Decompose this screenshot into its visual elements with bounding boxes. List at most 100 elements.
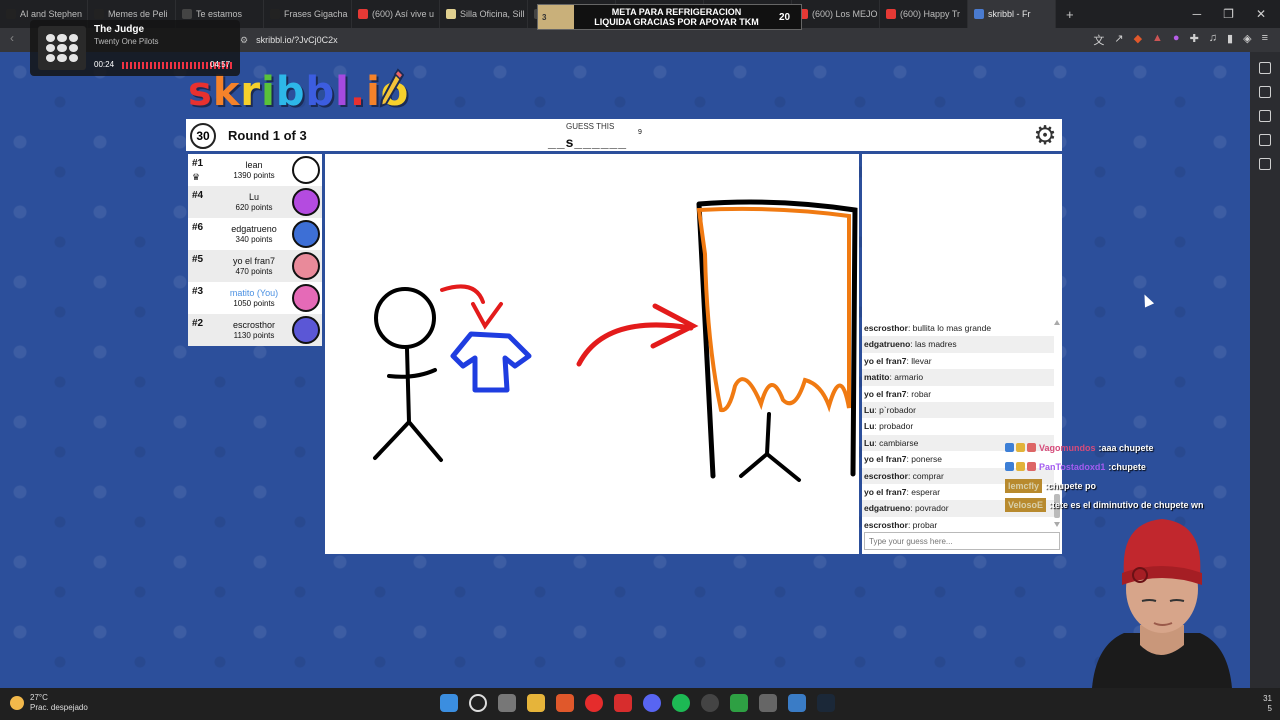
blue-shirt-drawing xyxy=(450,331,532,393)
player-row[interactable]: #5 yo el fran7 470 points xyxy=(188,250,322,282)
browser-tab[interactable]: (600) Los MEJO xyxy=(792,0,880,28)
banner-left-number: 3 xyxy=(538,5,574,29)
scroll-up-icon[interactable] xyxy=(1054,320,1060,325)
menu-icon[interactable]: ≡ xyxy=(1262,32,1268,48)
toolbar-icons: 文 ↗ ◆ ▲ ● ✚ ♫ ▮ ◈ ≡ xyxy=(1093,32,1268,48)
back-icon[interactable]: ‹ xyxy=(10,31,14,45)
stream-chat-username: PanTostadoxd1 xyxy=(1039,461,1106,472)
player-row[interactable]: #2 escrosthor 1130 points xyxy=(188,314,322,346)
badge-icon xyxy=(1016,462,1025,471)
banner-count: 20 xyxy=(779,11,791,23)
translate-icon[interactable]: 文 xyxy=(1093,32,1104,48)
chat-text: armario xyxy=(894,372,924,383)
weather-widget[interactable]: 27°C Prac. despejado xyxy=(10,693,88,713)
sidebar-icon[interactable]: ▮ xyxy=(1227,32,1233,48)
player-avatar xyxy=(292,316,320,344)
player-avatar xyxy=(292,284,320,312)
tab-label: Frases Gigacha xyxy=(284,9,348,19)
player-points: 340 points xyxy=(235,235,273,244)
sidebar-icon-2[interactable] xyxy=(1259,86,1271,98)
chat-message: yo el fran7: robar xyxy=(862,385,1054,402)
stream-chat-line: Vagomundos: aaa chupete xyxy=(1005,438,1245,457)
crown-icon: ♛ xyxy=(192,172,201,182)
site-settings-icon[interactable]: ⚙ xyxy=(240,35,248,46)
banner-text: META PARA REFRIGERACION LIQUIDA GRACIAS … xyxy=(574,7,779,27)
browser-tab[interactable]: Frases Gigacha xyxy=(264,0,352,28)
music-icon[interactable]: ♫ xyxy=(1209,32,1217,48)
maximize-button[interactable]: ❐ xyxy=(1223,7,1234,21)
browser-tab[interactable]: Silla Oficina, Sill xyxy=(440,0,528,28)
puzzle-icon[interactable]: ✚ xyxy=(1190,32,1199,48)
tab-favicon-icon xyxy=(182,9,192,19)
player-name: edgatrueno xyxy=(231,224,277,234)
tab-label: AI and Stephen xyxy=(20,9,83,19)
guess-input[interactable] xyxy=(864,532,1060,550)
chat-username: edgatrueno xyxy=(864,503,911,514)
sidebar-icon-5[interactable] xyxy=(1259,158,1271,170)
logo-letter: b xyxy=(275,69,306,115)
badge-icon xyxy=(1005,462,1014,471)
browser-tab[interactable]: (600) Así vive u xyxy=(352,0,440,28)
task-view-icon[interactable] xyxy=(498,694,516,712)
chat-username: matito xyxy=(864,372,890,383)
drawing-canvas[interactable] xyxy=(325,154,859,554)
system-clock[interactable]: 31 5 xyxy=(1263,694,1272,714)
badge-icon xyxy=(1005,443,1014,452)
chat-message: Lu: p`robador xyxy=(862,401,1054,419)
scroll-down-icon[interactable] xyxy=(1054,522,1060,527)
windows-start-icon[interactable] xyxy=(440,694,458,712)
sidebar-icon-1[interactable] xyxy=(1259,62,1271,74)
new-tab-button[interactable]: + xyxy=(1056,7,1084,22)
brave-shield-icon[interactable]: ◆ xyxy=(1134,32,1142,48)
wallet-icon[interactable]: ◈ xyxy=(1243,32,1251,48)
now-playing-widget: The Judge Twenty One Pilots 00:24 04:57 xyxy=(30,20,240,76)
chat-username: yo el fran7 xyxy=(864,454,907,465)
stream-chat-text: chupete xyxy=(1111,461,1146,472)
steam-icon[interactable] xyxy=(817,694,835,712)
chat-message: matito: armario xyxy=(862,369,1054,386)
player-list: #1 lean 1390 points ♛ #4 Lu 620 points #6 edgatr… xyxy=(188,154,322,346)
player-row[interactable]: #1 lean 1390 points ♛ xyxy=(188,154,322,186)
brave-icon[interactable] xyxy=(556,694,574,712)
url-field[interactable]: ⚙ skribbl.io/?JvCj0C2x xyxy=(240,32,960,48)
sun-icon xyxy=(10,696,24,710)
player-avatar xyxy=(292,188,320,216)
minimize-button[interactable]: ─ xyxy=(1193,7,1202,21)
pencil-icon xyxy=(379,68,404,108)
chat-text: ponerse xyxy=(911,454,942,465)
app-gray-icon[interactable] xyxy=(759,694,777,712)
sidebar-icon-3[interactable] xyxy=(1259,110,1271,122)
rewards-icon[interactable]: ▲ xyxy=(1152,32,1163,48)
extension-icon[interactable]: ● xyxy=(1173,32,1180,48)
chat-text: comprar xyxy=(912,470,944,481)
window-controls: ─ ❐ ✕ xyxy=(1193,0,1280,28)
search-icon[interactable] xyxy=(469,694,487,712)
app-blue-icon[interactable] xyxy=(788,694,806,712)
obs-icon[interactable] xyxy=(701,694,719,712)
chat-username: yo el fran7 xyxy=(864,388,907,399)
file-explorer-icon[interactable] xyxy=(527,694,545,712)
player-name: matito (You) xyxy=(229,288,279,298)
tab-label: skribbl - Fr xyxy=(988,9,1031,19)
player-name: escrosthor xyxy=(232,320,276,330)
youtube-music-icon[interactable] xyxy=(585,694,603,712)
discord-icon[interactable] xyxy=(643,694,661,712)
chat-badges xyxy=(1005,443,1036,452)
browser-tab[interactable]: skribbl - Fr xyxy=(968,0,1056,28)
chat-username: yo el fran7 xyxy=(864,355,907,366)
spotify-icon[interactable] xyxy=(672,694,690,712)
stream-chat-line: lemcfly: chupete po xyxy=(1005,476,1245,495)
app-green-icon[interactable] xyxy=(730,694,748,712)
close-window-button[interactable]: ✕ xyxy=(1256,7,1266,21)
taskbar: 27°C Prac. despejado 31 5 xyxy=(0,688,1280,720)
app-red-icon[interactable] xyxy=(614,694,632,712)
player-row[interactable]: #6 edgatrueno 340 points xyxy=(188,218,322,250)
player-row[interactable]: #3 matito (You) 1050 points xyxy=(188,282,322,314)
sidebar-icon-4[interactable] xyxy=(1259,134,1271,146)
chat-username: escrosthor xyxy=(864,470,908,481)
share-icon[interactable]: ↗ xyxy=(1114,32,1123,48)
browser-tab[interactable]: (600) Happy Tr xyxy=(880,0,968,28)
player-row[interactable]: #4 Lu 620 points xyxy=(188,186,322,218)
streamer-avatar xyxy=(1092,519,1232,688)
settings-gear-icon[interactable]: ⚙ xyxy=(1031,121,1059,149)
